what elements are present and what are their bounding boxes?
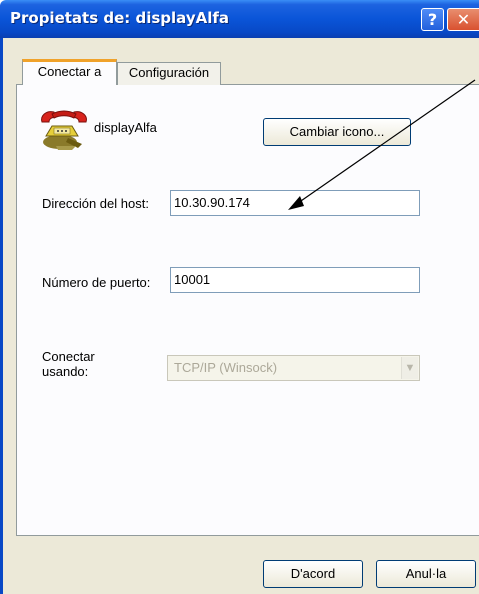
tab-configuracion[interactable]: Configuración (117, 62, 221, 85)
connect-using-label: Conectar usando: (42, 349, 95, 379)
tab-conectar-a[interactable]: Conectar a (22, 59, 117, 85)
connect-using-label-line2: usando: (42, 364, 89, 379)
host-address-value: 10.30.90.174 (174, 195, 250, 210)
close-icon: ✕ (456, 10, 471, 29)
cancel-label: Anul·la (405, 566, 447, 581)
close-button[interactable]: ✕ (447, 8, 479, 31)
properties-dialog: Propietats de: displayAlfa ? ✕ Conectar … (0, 0, 479, 594)
help-icon: ? (427, 10, 438, 29)
port-number-value: 10001 (174, 272, 211, 287)
chevron-down-icon: ▼ (401, 357, 418, 379)
telephone-icon (41, 110, 87, 150)
host-address-input[interactable]: 10.30.90.174 (170, 190, 420, 216)
title-bar[interactable]: Propietats de: displayAlfa ? ✕ (0, 0, 479, 38)
connect-using-select[interactable]: TCP/IP (Winsock) ▼ (167, 355, 420, 381)
ok-button[interactable]: D'acord (263, 560, 363, 588)
tab-label: Conectar a (37, 64, 102, 79)
change-icon-button[interactable]: Cambiar icono... (263, 118, 411, 146)
help-button[interactable]: ? (421, 8, 444, 31)
port-label: Número de puerto: (42, 275, 151, 290)
connection-name: displayAlfa (94, 120, 157, 135)
window-title: Propietats de: displayAlfa (10, 9, 230, 27)
connect-using-label-line1: Conectar (42, 349, 95, 364)
port-number-input[interactable]: 10001 (170, 267, 420, 293)
connect-using-value: TCP/IP (Winsock) (174, 360, 278, 375)
change-icon-label: Cambiar icono... (289, 124, 385, 139)
host-label: Dirección del host: (42, 196, 149, 211)
cancel-button[interactable]: Anul·la (376, 560, 476, 588)
tab-label: Configuración (128, 65, 210, 80)
ok-label: D'acord (290, 566, 336, 581)
